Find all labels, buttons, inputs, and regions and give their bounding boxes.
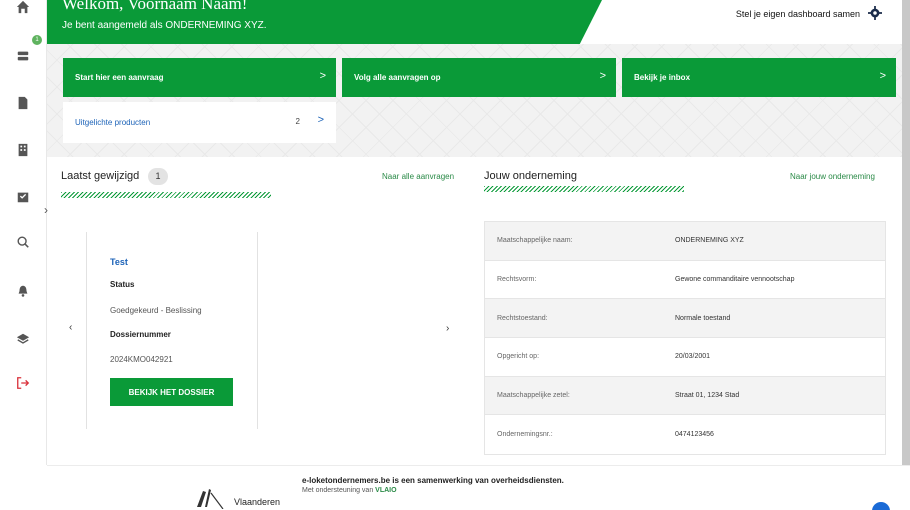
inbox-button[interactable]: Bekijk je inbox > — [622, 58, 896, 97]
table-row: Rechtsvorm: Gewone commanditaire vennoot… — [485, 261, 885, 300]
info-value: Straat 01, 1234 Stad — [675, 392, 740, 400]
chat-button[interactable] — [872, 502, 890, 510]
dossier-label: Dossiernummer — [110, 330, 171, 339]
info-value: 0474123456 — [675, 431, 714, 439]
featured-count: 2 — [295, 117, 300, 126]
info-key: Opgericht op: — [497, 353, 540, 361]
recent-count-badge: 1 — [148, 168, 168, 185]
carousel-next-icon[interactable]: › — [446, 323, 449, 334]
footer-main-text: e-loketondernemers.be is een samenwerkin… — [302, 476, 564, 485]
customize-dashboard-link[interactable]: Stel je eigen dashboard samen — [736, 9, 860, 19]
notification-badge: 1 — [32, 35, 42, 45]
chevron-right-icon: > — [319, 70, 326, 82]
sidebar-expand-icon[interactable]: › — [44, 203, 48, 217]
featured-products-button[interactable]: Uitgelichte producten 2 > — [63, 102, 336, 143]
inbox-icon[interactable] — [14, 188, 32, 206]
welcome-banner: Welkom, Voornaam Naam! Je bent aangemeld… — [47, 0, 602, 44]
footer-sub-prefix: Met ondersteuning van — [302, 487, 374, 494]
status-value: Goedgekeurd - Beslissing — [110, 306, 202, 315]
stack-icon[interactable] — [14, 47, 32, 65]
footer-divider — [47, 465, 910, 466]
gear-icon[interactable] — [868, 6, 882, 20]
card-title[interactable]: Test — [110, 257, 128, 267]
company-underline — [484, 186, 684, 192]
search-icon[interactable] — [14, 233, 32, 251]
building-icon[interactable] — [14, 141, 32, 159]
info-key: Rechtsvorm: — [497, 276, 537, 284]
logout-icon[interactable] — [14, 374, 32, 392]
layers-icon[interactable] — [14, 330, 32, 348]
company-info-table: Maatschappelijke naam: ONDERNEMING XYZ R… — [484, 221, 886, 456]
table-row: Ondernemingsnr.: 0474123456 — [485, 415, 885, 454]
welcome-subtitle: Je bent aangemeld als ONDERNEMING XYZ. — [62, 20, 267, 31]
table-row: Rechtstoestand: Normale toestand — [485, 299, 885, 339]
info-key: Rechtstoestand: — [497, 314, 548, 322]
start-request-label: Start hier een aanvraag — [75, 73, 164, 82]
vlaanderen-logo-text: Vlaanderen — [234, 497, 281, 507]
header: Welkom, Voornaam Naam! Je bent aangemeld… — [47, 0, 910, 44]
featured-products-label: Uitgelichte producten — [75, 118, 151, 127]
table-row: Maatschappelijke naam: ONDERNEMING XYZ — [485, 222, 885, 261]
inbox-label: Bekijk je inbox — [634, 73, 691, 82]
info-key: Ondernemingsnr.: — [497, 431, 553, 439]
sidebar: 1 › — [0, 0, 48, 465]
carousel-prev-icon[interactable]: ‹ — [69, 322, 72, 333]
table-row: Opgericht op: 20/03/2001 — [485, 338, 885, 377]
chevron-right-icon: > — [317, 114, 324, 126]
start-request-button[interactable]: Start hier een aanvraag > — [63, 58, 336, 97]
all-requests-link[interactable]: Naar alle aanvragen — [382, 172, 454, 181]
info-value: Gewone commanditaire vennootschap — [675, 276, 795, 284]
chevron-right-icon: > — [599, 70, 606, 82]
document-icon[interactable] — [14, 94, 32, 112]
recent-underline — [61, 192, 271, 198]
info-value: ONDERNEMING XYZ — [675, 237, 744, 245]
scrollbar[interactable] — [902, 0, 910, 465]
info-value: 20/03/2001 — [675, 353, 711, 361]
bell-icon[interactable] — [14, 282, 32, 300]
vlaanderen-logo-icon — [197, 489, 224, 509]
info-value: Normale toestand — [675, 314, 731, 322]
page: 1 › Welkom, Voornaam Naam! Je bent aange… — [0, 0, 910, 510]
info-key: Maatschappelijke naam: — [497, 237, 573, 245]
company-title: Jouw onderneming — [484, 170, 577, 182]
table-row: Maatschappelijke zetel: Straat 01, 1234 … — [485, 376, 885, 416]
home-icon[interactable] — [14, 0, 32, 16]
footer-sub-text: Met ondersteuning van VLAIO — [302, 487, 397, 494]
welcome-title: Welkom, Voornaam Naam! — [62, 0, 248, 13]
vlaio-link[interactable]: VLAIO — [375, 487, 396, 494]
dossier-value: 2024KMO042921 — [110, 355, 173, 364]
follow-requests-button[interactable]: Volg alle aanvragen op > — [342, 58, 616, 97]
info-key: Maatschappelijke zetel: — [497, 392, 570, 400]
chevron-right-icon: > — [879, 70, 886, 82]
company-link[interactable]: Naar jouw onderneming — [790, 172, 875, 181]
status-label: Status — [110, 280, 135, 289]
follow-requests-label: Volg alle aanvragen op — [354, 73, 441, 82]
recent-title: Laatst gewijzigd — [61, 170, 140, 182]
view-dossier-button[interactable]: BEKIJK HET DOSSIER — [110, 378, 233, 406]
